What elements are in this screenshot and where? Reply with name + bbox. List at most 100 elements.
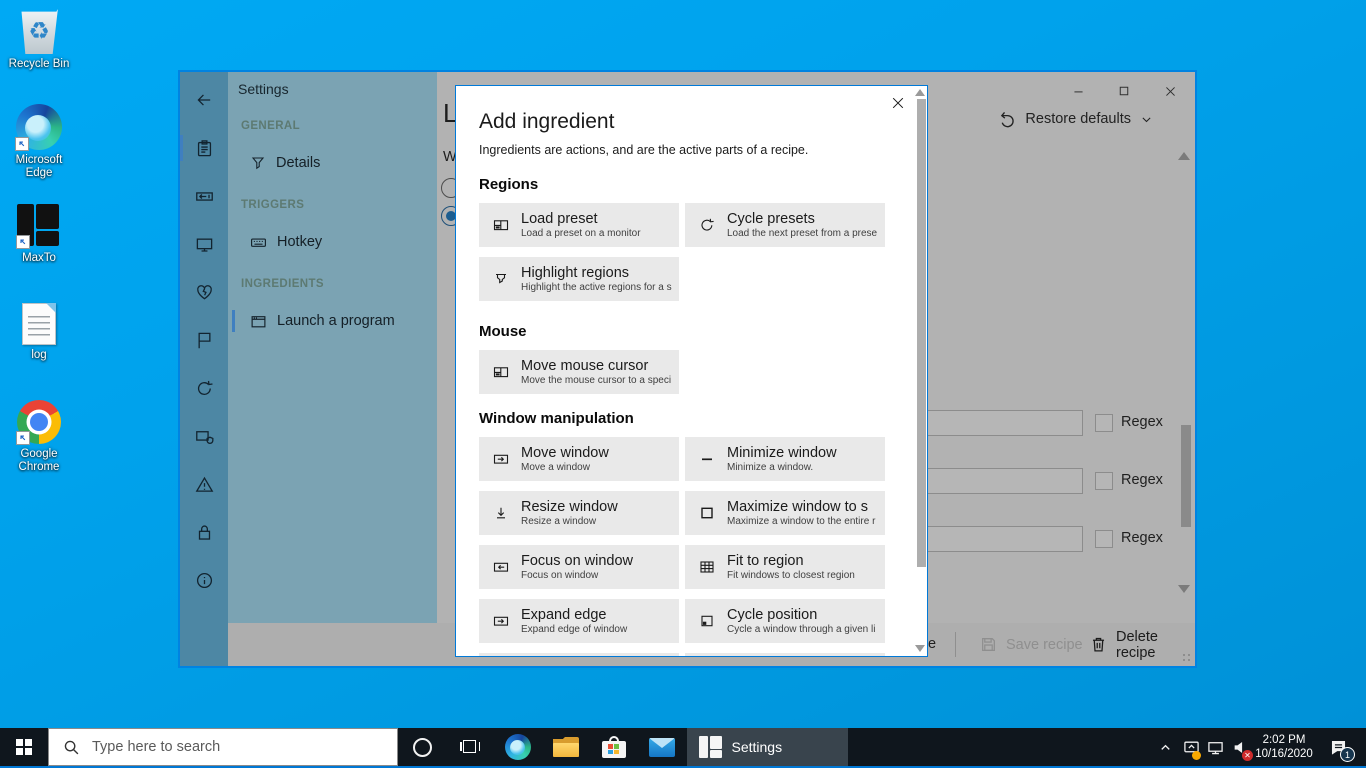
ingredient-cycle-position[interactable]: Cycle position Cycle a window through a … [685,599,885,643]
ingredient-resize-window[interactable]: Resize window Resize a window [479,491,679,535]
ingredient-grid: Move mouse cursor Move the mouse cursor … [479,350,891,394]
rail-item-updates[interactable] [180,368,228,408]
ingredient-move-window[interactable]: Move window Move a window [479,437,679,481]
ingredient-load-preset[interactable]: Load preset Load a preset on a monitor [479,203,679,247]
minimize-window-icon [699,451,715,467]
window-minimize-button[interactable] [1055,78,1101,104]
rail-item-about[interactable] [180,560,228,600]
nav-item-details[interactable]: Details [228,148,437,178]
textbox-arrow-icon [195,187,214,206]
rail-item-recipes[interactable] [180,128,228,168]
ingredient-cycle-presets[interactable]: Cycle presets Load the next preset from … [685,203,885,247]
scroll-up-arrow[interactable] [915,89,925,96]
taskbar-task-settings[interactable]: Settings [687,728,848,766]
nav-item-launch-a-program[interactable]: Launch a program [228,306,437,336]
action-center-button[interactable]: 1 [1318,728,1358,766]
shortcut-arrow-icon [16,431,30,445]
content-scroll-up[interactable] [1178,152,1190,160]
content-scroll-thumb[interactable] [1181,425,1191,527]
warning-icon [195,475,214,494]
minimize-icon [1072,85,1085,98]
rail-item-devices[interactable] [180,416,228,456]
nav-section-label: INGREDIENTS [241,278,324,290]
regex-checkbox[interactable] [1095,414,1113,432]
chrome-icon [17,400,61,444]
load-preset-icon [493,217,509,233]
ingredient-minimize-window[interactable]: Minimize window Minimize a window. [685,437,885,481]
rail-item-back[interactable] [180,80,228,120]
lock-icon [195,523,214,542]
ingredient-fit-to-region[interactable]: Fit to region Fit windows to closest reg… [685,545,885,589]
ingredient-highlight-regions[interactable]: Highlight regions Highlight the active r… [479,257,679,301]
ingredient-section-heading: Mouse [479,323,891,340]
taskbar-mail-button[interactable] [638,728,686,766]
regex-checkbox[interactable] [1095,472,1113,490]
edge-icon [16,104,62,150]
focus-window-icon [493,559,509,575]
taskbar-store-button[interactable] [590,728,638,766]
ingredient-focus-on-window[interactable]: Focus on window Focus on window [479,545,679,589]
save-recipe-button[interactable]: Save recipe [980,623,1083,666]
ingredient-section-heading: Regions [479,176,891,193]
start-button[interactable] [0,728,48,766]
maxto-icon [17,204,61,248]
desktop-icon-microsoft-edge[interactable]: Microsoft Edge [2,104,76,180]
delete-recipe-button[interactable]: Delete recipe [1090,623,1195,666]
task-view-icon [460,739,480,755]
regex-checkbox[interactable] [1095,530,1113,548]
desktop-icon-log[interactable]: log [2,303,76,362]
store-icon [602,736,626,758]
settings-nav-pane: Settings GENERAL DetailsTRIGGERS HotkeyI… [228,72,437,625]
rail-item-flags[interactable] [180,320,228,360]
monitor-icon [195,235,214,254]
scroll-thumb[interactable] [917,99,926,567]
ingredient-grid: Load preset Load a preset on a monitor C… [479,203,891,301]
restore-defaults-button[interactable]: Restore defaults [998,110,1153,128]
scroll-down-arrow[interactable] [915,645,925,652]
maxto-settings-window: Settings GENERAL DetailsTRIGGERS HotkeyI… [178,70,1197,668]
tray-show-hidden-icons[interactable] [1153,728,1177,766]
taskbar-edge-button[interactable] [494,728,542,766]
content-scroll-down[interactable] [1178,585,1190,593]
search-input[interactable] [92,739,397,755]
nav-item-hotkey[interactable]: Hotkey [228,227,437,257]
ingredient-maximize-window-to-s[interactable]: Maximize window to s Maximize a window t… [685,491,885,535]
taskbar-file-explorer-button[interactable] [542,728,590,766]
notification-count-badge: 1 [1340,747,1355,762]
desktop-icon-google-chrome[interactable]: Google Chrome [2,400,76,474]
window-close-button[interactable] [1147,78,1193,104]
tray-volume-icon[interactable]: ✕ [1227,728,1253,766]
fit-region-icon [699,559,715,575]
ingredient-partial[interactable] [479,653,679,657]
dialog-close-icon[interactable] [891,96,905,110]
tray-clock[interactable]: 2:02 PM 10/16/2020 [1253,728,1315,766]
mute-badge: ✕ [1242,750,1253,761]
tray-maxto-status-icon[interactable] [1179,728,1203,766]
rail-item-health[interactable] [180,272,228,312]
rail-item-security[interactable] [180,512,228,552]
rail-item-alerts[interactable] [180,464,228,504]
rail-item-triggers[interactable] [180,176,228,216]
ingredient-move-mouse-cursor[interactable]: Move mouse cursor Move the mouse cursor … [479,350,679,394]
taskbar-cortana-button[interactable] [398,728,446,766]
heart-icon [195,283,214,302]
flag-icon [195,331,214,350]
divider [955,632,956,657]
program-window-icon [250,313,267,330]
dialog-scrollbar[interactable] [913,86,927,656]
tray-network-icon[interactable] [1203,728,1227,766]
nav-section-label: GENERAL [241,120,300,132]
clipboard-icon [195,139,214,158]
desktop-icon-recycle-bin[interactable]: ♻ Recycle Bin [2,8,76,71]
taskbar-search[interactable] [48,728,398,766]
ingredient-partial[interactable] [685,653,885,657]
desktop-icon-maxto[interactable]: MaxTo [2,204,76,265]
chevron-down-icon [1140,113,1153,126]
rail-item-monitors[interactable] [180,224,228,264]
resize-grip[interactable] [1182,653,1192,663]
taskbar-task-view-button[interactable] [446,728,494,766]
maxto-taskbar-icon [699,736,722,759]
highlight-regions-icon [493,271,509,287]
ingredient-expand-edge[interactable]: Expand edge Expand edge of window [479,599,679,643]
window-maximize-button[interactable] [1101,78,1147,104]
